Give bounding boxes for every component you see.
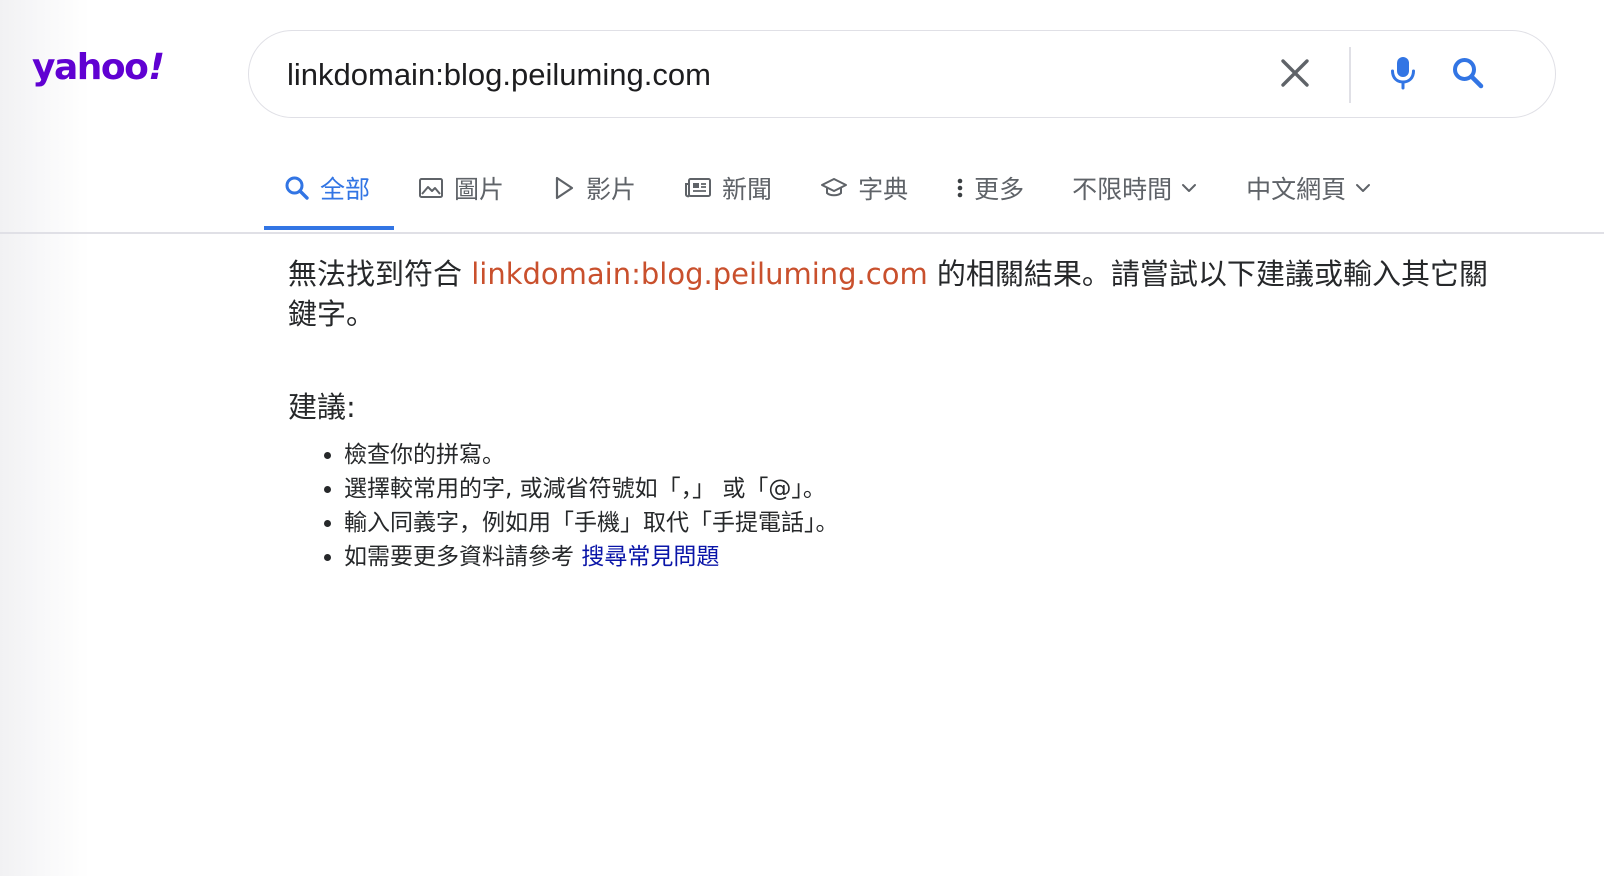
language-filter-dropdown[interactable]: 中文網頁 — [1222, 158, 1396, 218]
tab-label: 影片 — [586, 175, 637, 204]
list-item: 如需要更多資料請參考 搜尋常見問題 — [344, 540, 839, 574]
message-prefix: 無法找到符合 — [288, 257, 472, 291]
time-filter-dropdown[interactable]: 不限時間 — [1048, 158, 1222, 218]
tab-label: 圖片 — [454, 175, 505, 204]
tab-dictionary[interactable]: 字典 — [796, 158, 932, 218]
play-icon — [552, 175, 576, 201]
message-query: linkdomain:blog.peiluming.com — [471, 257, 928, 291]
more-vertical-icon — [956, 176, 964, 200]
search-box-divider — [1349, 47, 1351, 103]
tab-label: 新聞 — [722, 175, 773, 204]
clear-search-button[interactable] — [1271, 51, 1319, 99]
header-divider — [0, 232, 1604, 234]
logo-bang: ! — [144, 47, 168, 88]
image-icon — [418, 176, 444, 200]
microphone-icon — [1388, 55, 1418, 95]
search-faq-link[interactable]: 搜尋常見問題 — [581, 544, 719, 570]
logo-text: yahoo — [32, 47, 149, 88]
list-item: 選擇較常用的字, 或減省符號如「，」 或「@」。 — [344, 472, 839, 506]
list-item: 輸入同義字，例如用「手機」取代「手提電話」。 — [344, 506, 839, 540]
no-results-message: 無法找到符合 linkdomain:blog.peiluming.com 的相關… — [288, 254, 1488, 334]
suggestions-list: 檢查你的拼寫。 選擇較常用的字, 或減省符號如「，」 或「@」。 輸入同義字，例… — [288, 438, 839, 574]
tab-label: 更多 — [974, 175, 1025, 204]
tab-images[interactable]: 圖片 — [394, 158, 528, 218]
chevron-down-icon — [1180, 182, 1198, 194]
yahoo-logo[interactable]: yahoo! — [32, 47, 168, 88]
newspaper-icon — [684, 176, 712, 200]
list-item: 檢查你的拼寫。 — [344, 438, 839, 472]
close-icon — [1278, 56, 1312, 94]
tab-videos[interactable]: 影片 — [528, 158, 660, 218]
voice-search-button[interactable] — [1379, 51, 1427, 99]
dropdown-label: 中文網頁 — [1246, 175, 1347, 204]
search-button[interactable] — [1444, 51, 1492, 99]
search-box — [248, 30, 1556, 118]
dropdown-label: 不限時間 — [1072, 175, 1173, 204]
faq-prefix: 如需要更多資料請參考 — [344, 544, 582, 570]
tab-news[interactable]: 新聞 — [660, 158, 796, 218]
chevron-down-icon — [1354, 182, 1372, 194]
tab-more[interactable]: 更多 — [932, 158, 1048, 218]
search-input[interactable] — [287, 53, 1247, 97]
tab-label: 字典 — [858, 175, 909, 204]
search-tabs: 全部 圖片 影片 新聞 字典 更多 不限時間 中文網頁 — [264, 158, 1396, 230]
suggestions-heading: 建議: — [288, 390, 356, 424]
search-icon — [284, 175, 310, 201]
search-icon — [1451, 56, 1485, 94]
tab-label: 全部 — [320, 175, 371, 204]
tab-all[interactable]: 全部 — [264, 158, 395, 230]
graduation-cap-icon — [820, 176, 848, 200]
left-edge-shadow — [0, 0, 90, 876]
